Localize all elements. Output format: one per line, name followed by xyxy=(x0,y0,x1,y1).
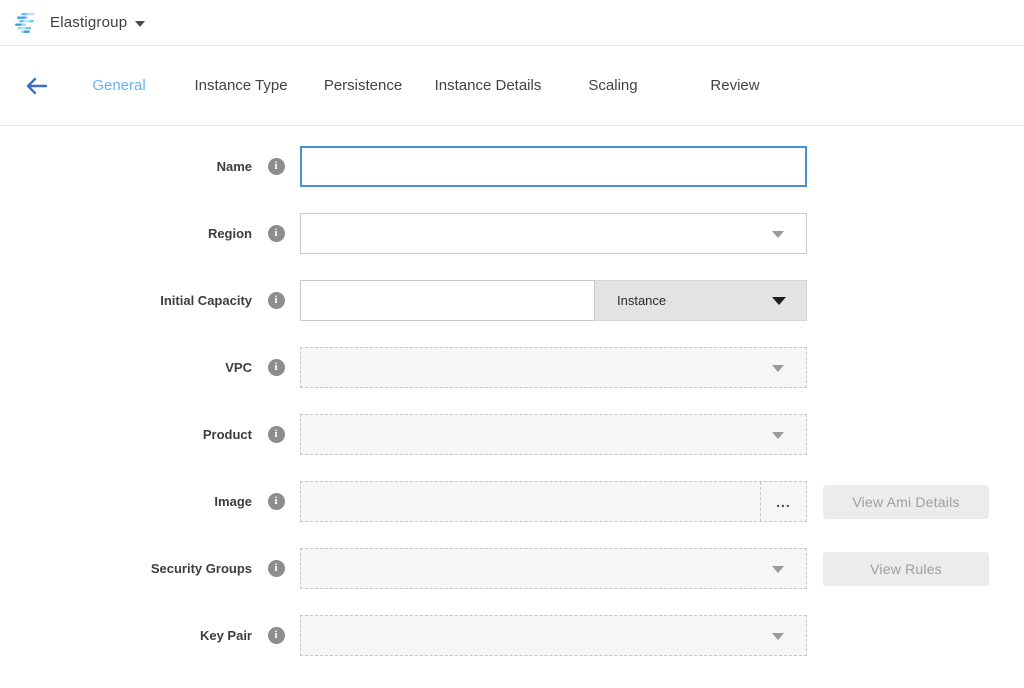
tab-general[interactable]: General xyxy=(58,77,180,94)
region-select[interactable] xyxy=(300,213,807,254)
image-input: ... xyxy=(300,481,807,522)
tab-review[interactable]: Review xyxy=(674,77,796,94)
view-ami-details-button: View Ami Details xyxy=(823,485,989,519)
form-row-image: Image ... View Ami Details xyxy=(0,481,1024,522)
form-row-region: Region xyxy=(0,213,1024,254)
key-pair-info-icon[interactable] xyxy=(268,627,285,644)
name-input[interactable] xyxy=(300,146,807,187)
tab-scaling[interactable]: Scaling xyxy=(552,77,674,94)
vpc-select xyxy=(300,347,807,388)
key-pair-caret-icon xyxy=(772,633,784,640)
capacity-unit-caret-icon xyxy=(772,297,786,305)
app-switcher-menu[interactable]: Elastigroup xyxy=(14,13,145,33)
key-pair-label: Key Pair xyxy=(0,615,252,656)
capacity-unit-select[interactable]: Instance xyxy=(595,280,807,321)
region-info-icon[interactable] xyxy=(268,225,285,242)
form-row-product: Product xyxy=(0,414,1024,455)
tab-instance-type[interactable]: Instance Type xyxy=(180,77,302,94)
app-header: Elastigroup xyxy=(0,0,1024,46)
wizard-tab-bar: General Instance Type Persistence Instan… xyxy=(0,46,1024,126)
security-groups-caret-icon xyxy=(772,566,784,573)
name-label: Name xyxy=(0,146,252,187)
name-info-icon[interactable] xyxy=(268,158,285,175)
image-label: Image xyxy=(0,481,252,522)
initial-capacity-label: Initial Capacity xyxy=(0,280,252,321)
initial-capacity-input[interactable] xyxy=(300,280,595,321)
security-groups-label: Security Groups xyxy=(0,548,252,589)
back-arrow-icon xyxy=(23,75,49,97)
vpc-info-icon[interactable] xyxy=(268,359,285,376)
security-groups-info-icon[interactable] xyxy=(268,560,285,577)
image-info-icon[interactable] xyxy=(268,493,285,510)
general-form: Name Region Initial Capacity Instance xyxy=(0,126,1024,656)
product-select xyxy=(300,414,807,455)
region-caret-icon xyxy=(772,231,784,238)
form-row-name: Name xyxy=(0,146,1024,187)
product-caret-icon xyxy=(772,432,784,439)
elastigroup-logo-icon xyxy=(14,13,40,33)
form-row-key-pair: Key Pair xyxy=(0,615,1024,656)
view-rules-button: View Rules xyxy=(823,552,989,586)
form-row-security-groups: Security Groups View Rules xyxy=(0,548,1024,589)
tab-instance-details[interactable]: Instance Details xyxy=(424,77,552,94)
key-pair-select xyxy=(300,615,807,656)
capacity-unit-value: Instance xyxy=(617,293,666,308)
product-info-icon[interactable] xyxy=(268,426,285,443)
vpc-label: VPC xyxy=(0,347,252,388)
initial-capacity-info-icon[interactable] xyxy=(268,292,285,309)
back-button[interactable] xyxy=(16,75,56,97)
tab-persistence[interactable]: Persistence xyxy=(302,77,424,94)
vpc-caret-icon xyxy=(772,365,784,372)
image-input-value xyxy=(301,482,760,521)
image-browse-button: ... xyxy=(760,482,806,521)
app-menu-caret-icon xyxy=(135,21,145,27)
app-name: Elastigroup xyxy=(50,14,127,31)
form-row-vpc: VPC xyxy=(0,347,1024,388)
product-label: Product xyxy=(0,414,252,455)
wizard-tabs: General Instance Type Persistence Instan… xyxy=(58,77,796,94)
region-label: Region xyxy=(0,213,252,254)
security-groups-select xyxy=(300,548,807,589)
form-row-initial-capacity: Initial Capacity Instance xyxy=(0,280,1024,321)
